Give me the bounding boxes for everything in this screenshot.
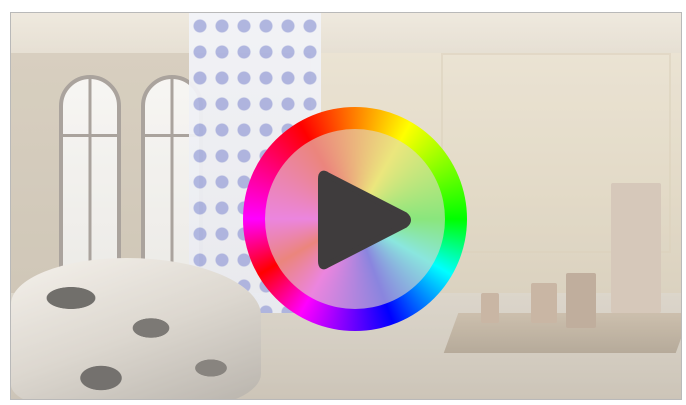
play-button[interactable] <box>243 107 467 331</box>
video-player[interactable] <box>10 12 682 400</box>
play-icon <box>318 170 411 270</box>
